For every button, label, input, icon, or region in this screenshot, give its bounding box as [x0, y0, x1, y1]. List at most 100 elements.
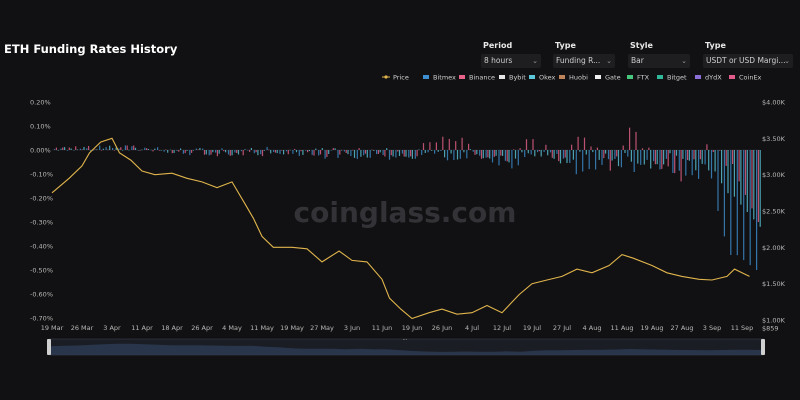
- funding-bar: [167, 150, 169, 153]
- funding-bar: [540, 150, 542, 157]
- navigator-left-handle[interactable]: [47, 339, 51, 355]
- funding-bar: [751, 150, 753, 209]
- funding-bar: [225, 150, 227, 153]
- y-left-tick-label: 0.20%: [30, 99, 51, 107]
- funding-bar: [641, 148, 644, 150]
- funding-bar: [339, 150, 341, 155]
- funding-bar: [330, 150, 333, 151]
- funding-bar: [566, 150, 568, 163]
- funding-bar: [596, 147, 598, 150]
- funding-bar: [459, 150, 461, 159]
- funding-bar: [595, 150, 597, 170]
- funding-bar: [575, 150, 577, 175]
- funding-bar: [698, 150, 700, 179]
- funding-bar: [440, 150, 442, 151]
- funding-bar: [122, 150, 124, 151]
- legend-item-coinex[interactable]: CoinEx: [729, 74, 762, 82]
- legend-item-bybit[interactable]: Bybit: [499, 74, 526, 82]
- funding-bar: [538, 150, 540, 152]
- funding-bar: [318, 150, 320, 156]
- funding-bar: [508, 150, 510, 163]
- legend-item-bitget[interactable]: Bitget: [657, 74, 687, 82]
- funding-bar: [173, 150, 175, 153]
- funding-bar: [326, 150, 328, 157]
- funding-bar: [202, 148, 204, 150]
- funding-bar: [680, 150, 682, 182]
- funding-bar: [725, 150, 727, 166]
- funding-bar: [723, 150, 725, 237]
- range-navigator[interactable]: ⋯: [47, 337, 765, 356]
- funding-bar: [727, 150, 729, 194]
- funding-bar: [699, 150, 701, 160]
- funding-bar: [687, 150, 689, 160]
- legend-item-price[interactable]: Price: [382, 74, 409, 82]
- funding-bar: [605, 150, 607, 154]
- legend-item-huobi[interactable]: Huobi: [559, 74, 588, 82]
- x-tick-label: 4 May: [222, 324, 242, 332]
- x-tick-label: 26 Mar: [71, 324, 94, 332]
- y-left-tick-label: 0.00%: [30, 147, 51, 155]
- funding-bar: [186, 150, 188, 151]
- x-tick-label: 3 Apr: [103, 324, 121, 332]
- funding-bar: [234, 150, 236, 153]
- funding-bar: [740, 150, 742, 205]
- legend-label: FTX: [637, 74, 650, 82]
- funding-bar: [141, 149, 143, 151]
- funding-bar: [429, 142, 431, 150]
- funding-bar: [549, 150, 552, 153]
- funding-bar: [736, 150, 738, 256]
- legend-item-binance[interactable]: Binance: [459, 74, 495, 82]
- funding-bar: [152, 150, 154, 152]
- funding-bar: [249, 150, 251, 152]
- funding-bar: [674, 150, 676, 174]
- legend-item-gate[interactable]: Gate: [595, 74, 621, 82]
- funding-bar: [527, 150, 529, 154]
- funding-bar: [525, 139, 528, 150]
- funding-bar: [466, 150, 468, 159]
- funding-bar: [534, 150, 536, 157]
- legend-item-ftx[interactable]: FTX: [627, 74, 650, 82]
- legend-item-dydx[interactable]: dYdX: [695, 74, 722, 82]
- funding-bar: [360, 150, 362, 157]
- bar-icon: [729, 75, 735, 79]
- funding-bar: [592, 150, 594, 153]
- funding-bar: [753, 150, 755, 220]
- funding-bar: [646, 150, 648, 160]
- funding-bar: [650, 150, 652, 169]
- legend-label: Bitget: [667, 74, 687, 82]
- funding-bar: [210, 150, 212, 155]
- funding-bar: [493, 150, 495, 157]
- legend-item-okex[interactable]: Okex: [529, 74, 556, 82]
- funding-bar: [609, 150, 611, 171]
- funding-bar: [392, 150, 394, 157]
- legend-item-bitmex[interactable]: Bitmex: [423, 74, 456, 82]
- funding-bar: [669, 150, 671, 154]
- funding-bar: [76, 149, 79, 151]
- funding-bar: [242, 150, 244, 156]
- navigator-right-handle[interactable]: [761, 339, 765, 355]
- funding-bar: [607, 150, 610, 160]
- funding-bar: [377, 150, 379, 154]
- funding-bar: [627, 150, 629, 157]
- x-tick-label: 11 Apr: [131, 324, 153, 332]
- funding-bar: [321, 148, 323, 150]
- funding-bar: [247, 149, 249, 151]
- funding-bar: [543, 150, 545, 152]
- legend-label: Binance: [469, 74, 495, 82]
- funding-bar: [513, 149, 515, 150]
- x-tick-label: 27 Aug: [670, 324, 693, 332]
- funding-bar: [244, 149, 246, 150]
- funding-bar: [345, 150, 347, 153]
- funding-bar: [70, 148, 72, 150]
- funding-bar: [315, 148, 317, 150]
- funding-bar: [332, 148, 334, 150]
- x-tick-label: 3 Sep: [703, 324, 721, 332]
- funding-bar: [571, 144, 573, 150]
- funding-bar: [455, 141, 457, 150]
- funding-bar: [572, 150, 574, 160]
- funding-bar: [480, 150, 483, 159]
- funding-bar: [236, 150, 238, 153]
- funding-bar: [746, 150, 748, 212]
- funding-bar: [379, 150, 381, 153]
- funding-bar: [524, 150, 526, 157]
